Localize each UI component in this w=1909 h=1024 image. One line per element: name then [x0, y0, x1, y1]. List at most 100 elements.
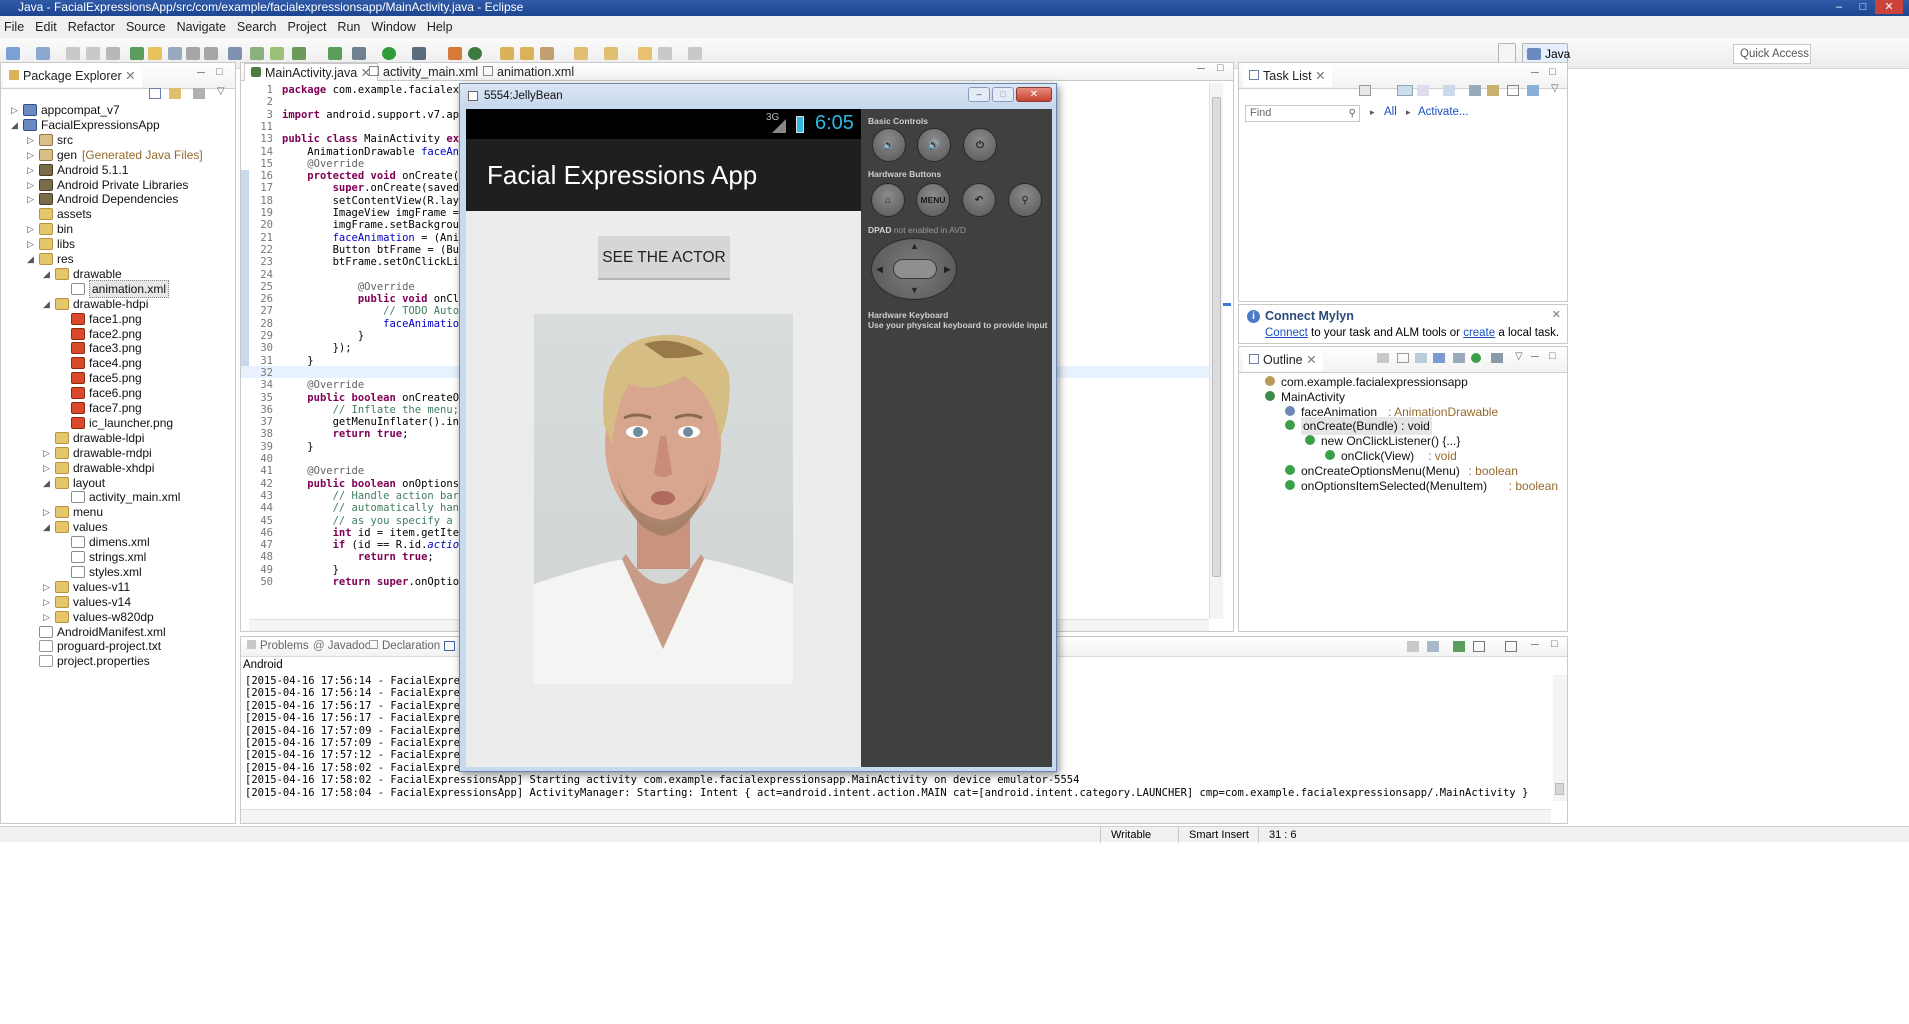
android-sdk-icon[interactable]	[250, 47, 264, 60]
connect-link[interactable]: Connect	[1265, 327, 1308, 339]
scroll-lock-icon[interactable]	[1427, 641, 1439, 652]
tab-package-explorer[interactable]: Package Explorer ✕	[3, 65, 142, 87]
minimize-view-icon[interactable]: ─	[197, 67, 205, 79]
toggle-icon[interactable]	[168, 47, 182, 60]
scrollbar-thumb[interactable]	[1555, 783, 1564, 795]
tab-outline[interactable]: Outline ✕	[1243, 349, 1323, 371]
new-android-project-icon[interactable]	[328, 47, 342, 60]
collapse-all-icon[interactable]	[149, 88, 161, 99]
display-console-icon[interactable]	[1473, 641, 1485, 652]
synchronize-icon[interactable]	[1527, 85, 1539, 96]
debug-perspective-icon[interactable]	[130, 47, 144, 60]
run-icon[interactable]	[382, 47, 396, 60]
previous-annotation-icon[interactable]	[604, 47, 618, 60]
next-annotation-icon[interactable]	[574, 47, 588, 60]
new-icon[interactable]	[6, 47, 20, 60]
clear-console-icon[interactable]	[1407, 641, 1419, 652]
hide-fields-icon[interactable]	[1415, 353, 1427, 363]
menu-file[interactable]: File	[0, 16, 31, 38]
debug-icon[interactable]	[352, 47, 366, 60]
view-menu-icon[interactable]: ▽	[1515, 351, 1523, 362]
menu-search[interactable]: Search	[233, 16, 284, 38]
new-java-package-icon[interactable]	[448, 47, 462, 60]
close-view-icon[interactable]: ✕	[125, 69, 135, 83]
save-all-icon[interactable]	[86, 47, 100, 60]
power-icon[interactable]: ⏻	[963, 128, 997, 162]
maximize-view-icon[interactable]: □	[1549, 66, 1556, 78]
focus-workweek-icon[interactable]	[1487, 85, 1499, 96]
package-tree-item[interactable]: project.properties	[1, 652, 237, 670]
console-horizontal-scrollbar[interactable]	[241, 809, 1551, 823]
focus-icon[interactable]	[193, 88, 205, 99]
open-icon[interactable]	[36, 47, 50, 60]
hide-completed-icon[interactable]	[1469, 85, 1481, 96]
new-class-icon[interactable]	[468, 47, 482, 60]
menu-window[interactable]: Window	[367, 16, 422, 38]
save-icon[interactable]	[66, 47, 80, 60]
forward-icon[interactable]	[688, 47, 702, 60]
hide-nonpublic-icon[interactable]	[1453, 353, 1465, 363]
print-icon[interactable]	[106, 47, 120, 60]
tab-declaration[interactable]: Declaration	[369, 640, 440, 652]
volume-down-icon[interactable]: 🔈	[872, 128, 906, 162]
maximize-icon[interactable]: □	[1851, 0, 1875, 14]
create-link[interactable]: create	[1463, 327, 1495, 339]
avd-manager-icon[interactable]	[270, 47, 284, 60]
sort-icon[interactable]	[1397, 353, 1409, 363]
highlight-icon[interactable]	[148, 47, 162, 60]
emulator-titlebar[interactable]: 5554:JellyBean – □ ✕	[460, 84, 1056, 108]
hide-local-types-icon[interactable]	[1471, 353, 1481, 363]
last-edit-icon[interactable]	[638, 47, 652, 60]
back-icon[interactable]	[658, 47, 672, 60]
tab-animation-xml[interactable]: animation.xml	[477, 63, 580, 81]
view-menu-icon[interactable]: ▽	[1551, 83, 1559, 94]
tab-activity-main-xml[interactable]: activity_main.xml	[363, 63, 484, 81]
skip-breakpoints-icon[interactable]	[228, 47, 242, 60]
search-icon[interactable]: ⚲	[1008, 183, 1042, 217]
maximize-view-icon[interactable]: □	[1549, 350, 1556, 362]
minimize-view-icon[interactable]: ─	[1531, 67, 1539, 79]
console-tab-icon[interactable]	[444, 641, 455, 651]
collapse-outline-icon[interactable]	[1377, 353, 1389, 363]
open-console-icon[interactable]	[1505, 641, 1517, 652]
pin-console-icon[interactable]	[1453, 641, 1465, 652]
categorized-icon[interactable]	[1397, 85, 1413, 96]
search-toolbar-icon[interactable]	[540, 47, 554, 60]
menu-button[interactable]: MENU	[916, 183, 950, 217]
menu-source[interactable]: Source	[122, 16, 173, 38]
all-tasks-link[interactable]: All	[1384, 106, 1397, 118]
pause-icon[interactable]	[186, 47, 200, 60]
external-tools-icon[interactable]	[412, 47, 426, 60]
console-vertical-scrollbar[interactable]	[1553, 675, 1567, 801]
close-mylyn-icon[interactable]: ✕	[1552, 308, 1561, 321]
view-menu-icon[interactable]: ▽	[217, 86, 225, 97]
editor-vertical-scrollbar[interactable]	[1209, 83, 1223, 619]
tab-mainactivity-java[interactable]: MainActivity.java ✕	[244, 63, 379, 81]
scheduled-icon[interactable]	[1417, 85, 1429, 96]
tab-javadoc[interactable]: @ Javadoc	[313, 640, 371, 652]
see-the-actor-button[interactable]: SEE THE ACTOR	[598, 236, 730, 280]
close-icon[interactable]: ✕	[1875, 0, 1903, 14]
tab-task-list[interactable]: Task List ✕	[1243, 65, 1332, 87]
hide-static-icon[interactable]	[1433, 353, 1445, 363]
menu-run[interactable]: Run	[333, 16, 367, 38]
maximize-editor-icon[interactable]: □	[1217, 62, 1224, 74]
open-task-icon[interactable]	[520, 47, 534, 60]
home-icon[interactable]: ⌂	[871, 183, 905, 217]
emulator-close-icon[interactable]: ✕	[1016, 87, 1052, 102]
tab-problems[interactable]: Problems	[247, 640, 309, 652]
menu-refactor[interactable]: Refactor	[64, 16, 122, 38]
minimize-icon[interactable]: –	[1827, 0, 1851, 14]
link-outline-icon[interactable]	[1491, 353, 1503, 363]
close-view-icon[interactable]: ✕	[1315, 69, 1325, 83]
open-type-icon[interactable]	[500, 47, 514, 60]
outline-item[interactable]: onOptionsItemSelected(MenuItem) : boolea…	[1239, 477, 1569, 495]
device-screen[interactable]: 3G 6:05 Facial Expressions App SEE THE A…	[466, 109, 861, 767]
menu-help[interactable]: Help	[423, 16, 460, 38]
show-all-icon[interactable]	[1443, 85, 1455, 96]
menu-navigate[interactable]: Navigate	[173, 16, 233, 38]
close-view-icon[interactable]: ✕	[1306, 353, 1316, 367]
maximize-view-icon[interactable]: □	[1551, 638, 1558, 650]
minimize-editor-icon[interactable]: ─	[1197, 63, 1205, 75]
collapse-tasks-icon[interactable]	[1507, 85, 1519, 96]
